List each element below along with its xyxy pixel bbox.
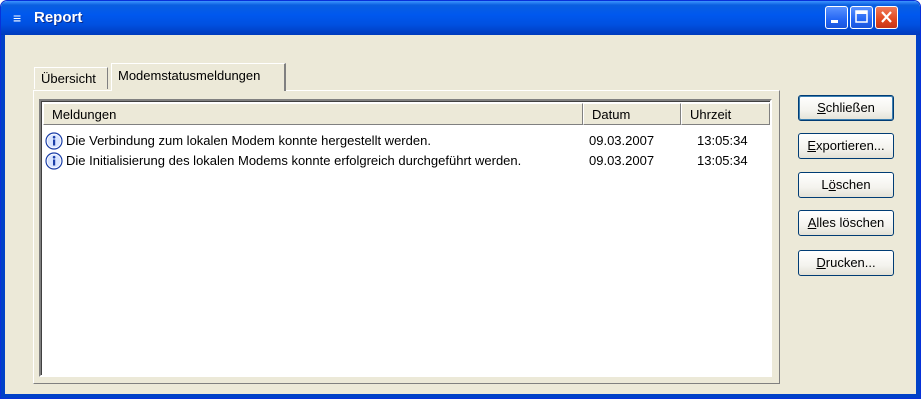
window-title: Report	[34, 9, 83, 26]
messages-list[interactable]: Meldungen Datum Uhrzeit Die Verbindung z…	[39, 99, 772, 377]
minimize-button[interactable]	[825, 6, 848, 29]
column-header-datum[interactable]: Datum	[583, 103, 681, 125]
exportieren-label: xportieren...	[816, 138, 885, 153]
exportieren-mnemonic: E	[807, 138, 816, 153]
schliessen-button[interactable]: Schließen	[798, 95, 894, 121]
loeschen-label-start: L	[821, 177, 829, 192]
drucken-label: rucken...	[825, 255, 876, 270]
maximize-icon	[855, 10, 868, 23]
window-frame-right	[916, 35, 920, 398]
info-icon	[45, 132, 63, 150]
title-bar[interactable]: ≡ Report	[1, 1, 920, 35]
tab-uebersicht[interactable]: Übersicht	[34, 67, 108, 89]
minimize-icon	[831, 20, 838, 23]
loeschen-button[interactable]: Löschen	[798, 172, 894, 198]
close-icon	[881, 11, 892, 23]
message-text: Die Initialisierung des lokalen Modems k…	[66, 153, 522, 168]
schliessen-label: chließen	[825, 100, 875, 115]
tab-modemstatusmeldungen[interactable]: Modemstatusmeldungen	[111, 63, 286, 91]
message-date: 09.03.2007	[589, 153, 655, 168]
report-icon: ≡	[13, 10, 22, 26]
column-header-meldungen[interactable]: Meldungen	[43, 103, 583, 125]
loeschen-label: schen	[835, 177, 871, 192]
loeschen-mnemonic: ö	[828, 177, 836, 192]
alles-loeschen-button[interactable]: Alles löschen	[798, 210, 894, 236]
message-time: 13:05:34	[697, 133, 748, 148]
window-frame-bottom	[1, 394, 920, 398]
maximize-button[interactable]	[850, 6, 873, 29]
info-icon	[45, 152, 63, 170]
report-window: ≡ Report Übersicht Modemstatusmeldungen …	[0, 0, 921, 399]
list-item[interactable]: Die Initialisierung des lokalen Modems k…	[45, 151, 765, 171]
message-text: Die Verbindung zum lokalen Modem konnte …	[66, 133, 431, 148]
drucken-mnemonic: D	[816, 255, 826, 270]
list-header: Meldungen Datum Uhrzeit	[43, 103, 770, 125]
message-time: 13:05:34	[697, 153, 748, 168]
alles-loeschen-label: lles löschen	[816, 215, 885, 230]
close-window-button[interactable]	[875, 6, 898, 29]
window-frame-left	[1, 35, 5, 398]
exportieren-button[interactable]: Exportieren...	[798, 133, 894, 159]
column-header-uhrzeit[interactable]: Uhrzeit	[681, 103, 770, 125]
drucken-button[interactable]: Drucken...	[798, 250, 894, 276]
schliessen-mnemonic: S	[817, 100, 826, 115]
list-item[interactable]: Die Verbindung zum lokalen Modem konnte …	[45, 131, 765, 151]
message-date: 09.03.2007	[589, 133, 655, 148]
